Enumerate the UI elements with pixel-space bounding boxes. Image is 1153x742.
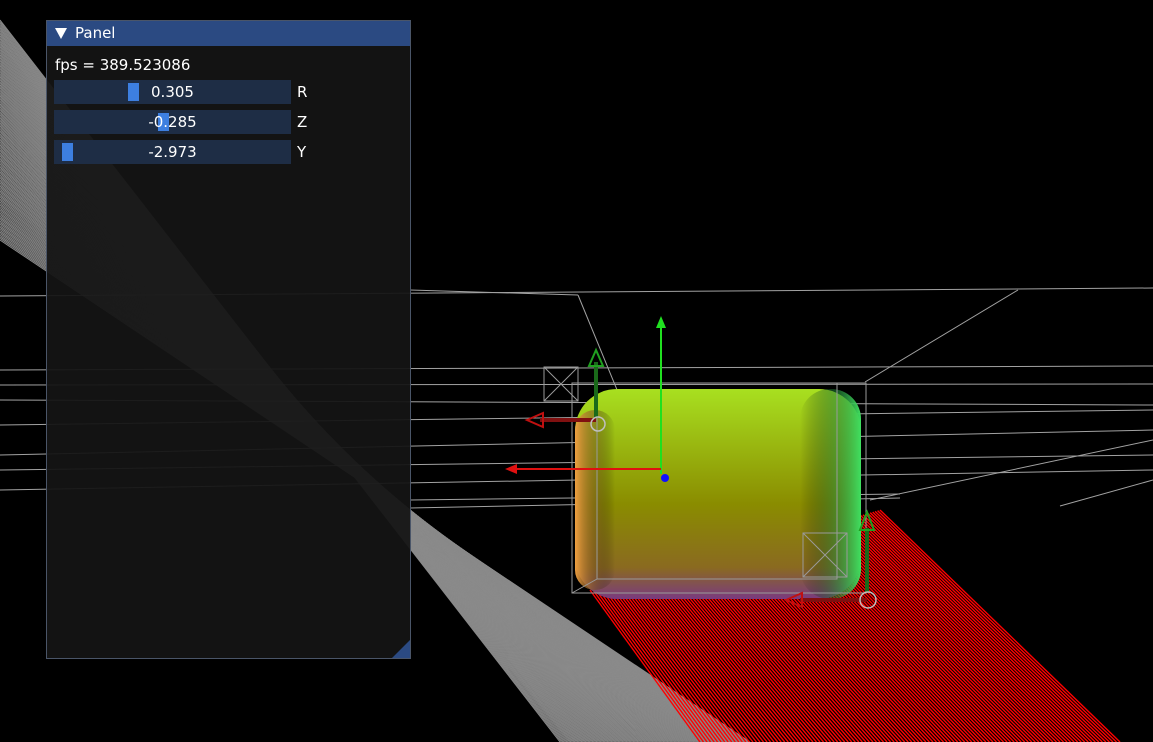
- wireframe-line: [842, 519, 1068, 742]
- collapse-triangle-icon[interactable]: [55, 28, 67, 39]
- slider-z-value: -0.285: [148, 113, 197, 131]
- slider-y-value: -2.973: [148, 143, 197, 161]
- small-gizmo-top: [524, 347, 606, 432]
- debug-panel-window[interactable]: Panel fps = 389.523086 0.305 R -0.285 Z …: [46, 20, 411, 659]
- rounded-box-mesh: [575, 389, 861, 599]
- slider-r-value: 0.305: [151, 83, 194, 101]
- panel-title: Panel: [75, 24, 116, 42]
- slider-row-z: -0.285 Z: [54, 110, 384, 134]
- slider-r[interactable]: 0.305: [54, 80, 291, 104]
- slider-r-label: R: [297, 83, 308, 101]
- panel-titlebar[interactable]: Panel: [47, 21, 410, 46]
- slider-y-label: Y: [297, 143, 307, 161]
- slider-row-r: 0.305 R: [54, 80, 384, 104]
- slider-row-y: -2.973 Y: [54, 140, 384, 164]
- resize-grip-icon[interactable]: [392, 640, 410, 658]
- slider-y[interactable]: -2.973: [54, 140, 291, 164]
- fps-readout: fps = 389.523086: [55, 56, 191, 74]
- slider-z-label: Z: [297, 113, 308, 131]
- slider-z[interactable]: -0.285: [54, 110, 291, 134]
